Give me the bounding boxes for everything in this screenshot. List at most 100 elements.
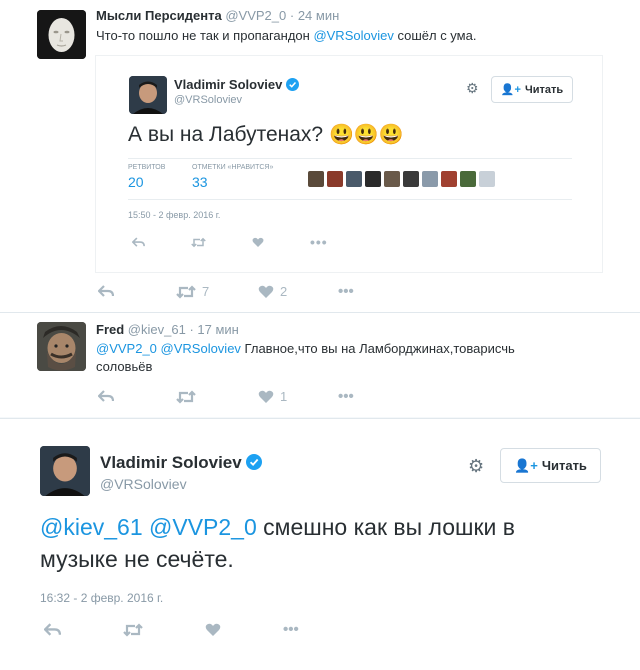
text-segment: сошёл с ума. — [393, 28, 477, 43]
separator: · — [189, 322, 194, 337]
text-segment: Главное,что вы на Ламборджинах,товарисчь — [240, 341, 515, 356]
retweet-icon — [123, 622, 143, 637]
reply-button[interactable] — [44, 622, 61, 637]
text-segment: А вы на Лабутенах? — [128, 123, 324, 146]
avatar[interactable] — [40, 446, 90, 496]
tweet-header: Vladimir Soloviev — [100, 453, 263, 475]
separator: · — [289, 8, 295, 23]
heart-icon — [252, 237, 264, 247]
liker-avatar — [384, 171, 400, 187]
liker-avatar — [365, 171, 381, 187]
reply-button[interactable] — [98, 390, 176, 403]
embedded-tweet-image[interactable]: Vladimir Soloviev @VRSoloviev ⚙ 👤+ Читат… — [96, 56, 602, 272]
display-name[interactable]: Fred — [96, 322, 124, 337]
liker-avatar — [308, 171, 324, 187]
embedded-actions: ••• — [132, 234, 328, 250]
username: @VRSoloviev — [174, 94, 243, 106]
mention-link[interactable]: @VVP2_0 — [149, 514, 257, 540]
username[interactable]: @VVP2_0 — [225, 8, 286, 23]
text-segment: Что-то пошло не так и пропагандон — [96, 28, 314, 43]
more-icon: ••• — [338, 283, 354, 300]
heart-icon — [258, 285, 274, 298]
more-icon: ••• — [283, 621, 299, 638]
tweet-header: Fred @kiev_61 · 17 мин — [96, 322, 239, 337]
avatar[interactable] — [37, 322, 86, 371]
tweet-actions: 1 ••• — [98, 388, 354, 405]
avatar[interactable] — [37, 10, 86, 59]
tweet-text: @VVP2_0 @VRSoloviev Главное,что вы на Ла… — [96, 340, 636, 376]
liker-avatar — [346, 171, 362, 187]
retweet-icon — [191, 237, 206, 247]
reply-button[interactable] — [98, 285, 176, 298]
divider — [128, 199, 572, 200]
tweet-text: Что-то пошло не так и пропагандон @VRSol… — [96, 27, 476, 45]
tweet-actions: 7 2 ••• — [98, 283, 354, 300]
retweet-count: 7 — [202, 284, 210, 299]
embedded-handle: @VRSoloviev — [174, 94, 242, 106]
like-count: 2 — [280, 284, 288, 299]
retweet-button[interactable] — [123, 622, 143, 637]
verified-icon — [286, 78, 299, 94]
add-user-icon: 👤+ — [514, 457, 538, 473]
tweet-actions: ••• — [44, 621, 299, 638]
mention-link[interactable]: @VRSoloviev — [313, 28, 393, 43]
retweet-button[interactable] — [176, 389, 258, 404]
display-name[interactable]: Vladimir Soloviev — [100, 453, 242, 472]
display-name: Vladimir Soloviev — [174, 77, 283, 92]
emoji: 😃😃😃 — [328, 124, 404, 146]
embedded-text: А вы на Лабутенах? 😃😃😃 — [128, 122, 404, 147]
reply-icon — [44, 622, 61, 636]
like-button[interactable] — [205, 623, 221, 637]
mention-link[interactable]: @kiev_61 — [40, 514, 143, 540]
timestamp[interactable]: 17 мин — [197, 322, 238, 337]
retweet-icon — [176, 389, 196, 404]
liker-avatar — [441, 171, 457, 187]
like-button[interactable]: 2 — [258, 284, 338, 299]
username[interactable]: @VRSoloviev — [100, 476, 187, 492]
like-count: 1 — [280, 389, 288, 404]
timestamp[interactable]: 24 мин — [298, 8, 339, 23]
verified-icon — [246, 454, 263, 475]
display-name[interactable]: Мысли Персидента — [96, 8, 222, 23]
heart-icon — [258, 390, 274, 403]
tweet-2: Fred @kiev_61 · 17 мин @VVP2_0 @VRSolovi… — [0, 313, 640, 417]
tweet-text: @kiev_61 @VVP2_0 смешно как вы лошки в м… — [40, 511, 515, 575]
like-button[interactable]: 1 — [258, 389, 338, 404]
embedded-timestamp: 15:50 - 2 февр. 2016 г. — [128, 210, 221, 220]
liker-avatar — [422, 171, 438, 187]
more-icon: ••• — [310, 234, 328, 250]
more-button[interactable]: ••• — [338, 283, 354, 300]
likes-count: 33 — [192, 174, 208, 190]
follow-label: Читать — [524, 83, 564, 96]
mention-link[interactable]: @VVP2_0 — [96, 341, 157, 356]
follow-button: 👤+ Читать — [491, 76, 573, 103]
username[interactable]: @kiev_61 — [128, 322, 186, 337]
liker-avatar — [403, 171, 419, 187]
avatar — [129, 76, 167, 114]
gear-icon[interactable]: ⚙ — [468, 456, 484, 477]
liker-avatar — [479, 171, 495, 187]
more-button[interactable]: ••• — [338, 388, 354, 405]
retweet-icon — [176, 284, 196, 299]
embedded-header: Vladimir Soloviev — [174, 77, 299, 94]
liker-avatar — [327, 171, 343, 187]
divider — [128, 158, 572, 159]
gear-icon: ⚙ — [466, 80, 479, 96]
more-icon: ••• — [338, 388, 354, 405]
text-segment: соловьёв — [96, 359, 153, 374]
liker-avatars — [308, 171, 498, 187]
liker-avatar — [460, 171, 476, 187]
retweets-label: РЕТВИТОВ — [128, 164, 166, 171]
tweet-timestamp[interactable]: 16:32 - 2 февр. 2016 г. — [40, 591, 163, 605]
username-row: @VRSoloviev — [100, 476, 187, 492]
more-button[interactable]: ••• — [283, 621, 299, 638]
focused-tweet: Vladimir Soloviev @VRSoloviev ⚙ 👤+ Читат… — [0, 418, 640, 670]
tweet-header: Мысли Персидента @VVP2_0 · 24 мин — [96, 8, 339, 23]
reply-icon — [98, 285, 114, 297]
retweet-button[interactable]: 7 — [176, 284, 258, 299]
reply-icon — [98, 390, 114, 402]
text-segment: смешно как вы лошки в — [256, 514, 515, 540]
follow-button[interactable]: 👤+ Читать — [500, 448, 601, 483]
likes-label: ОТМЕТКИ «НРАВИТСЯ» — [192, 164, 274, 171]
mention-link[interactable]: @VRSoloviev — [161, 341, 241, 356]
